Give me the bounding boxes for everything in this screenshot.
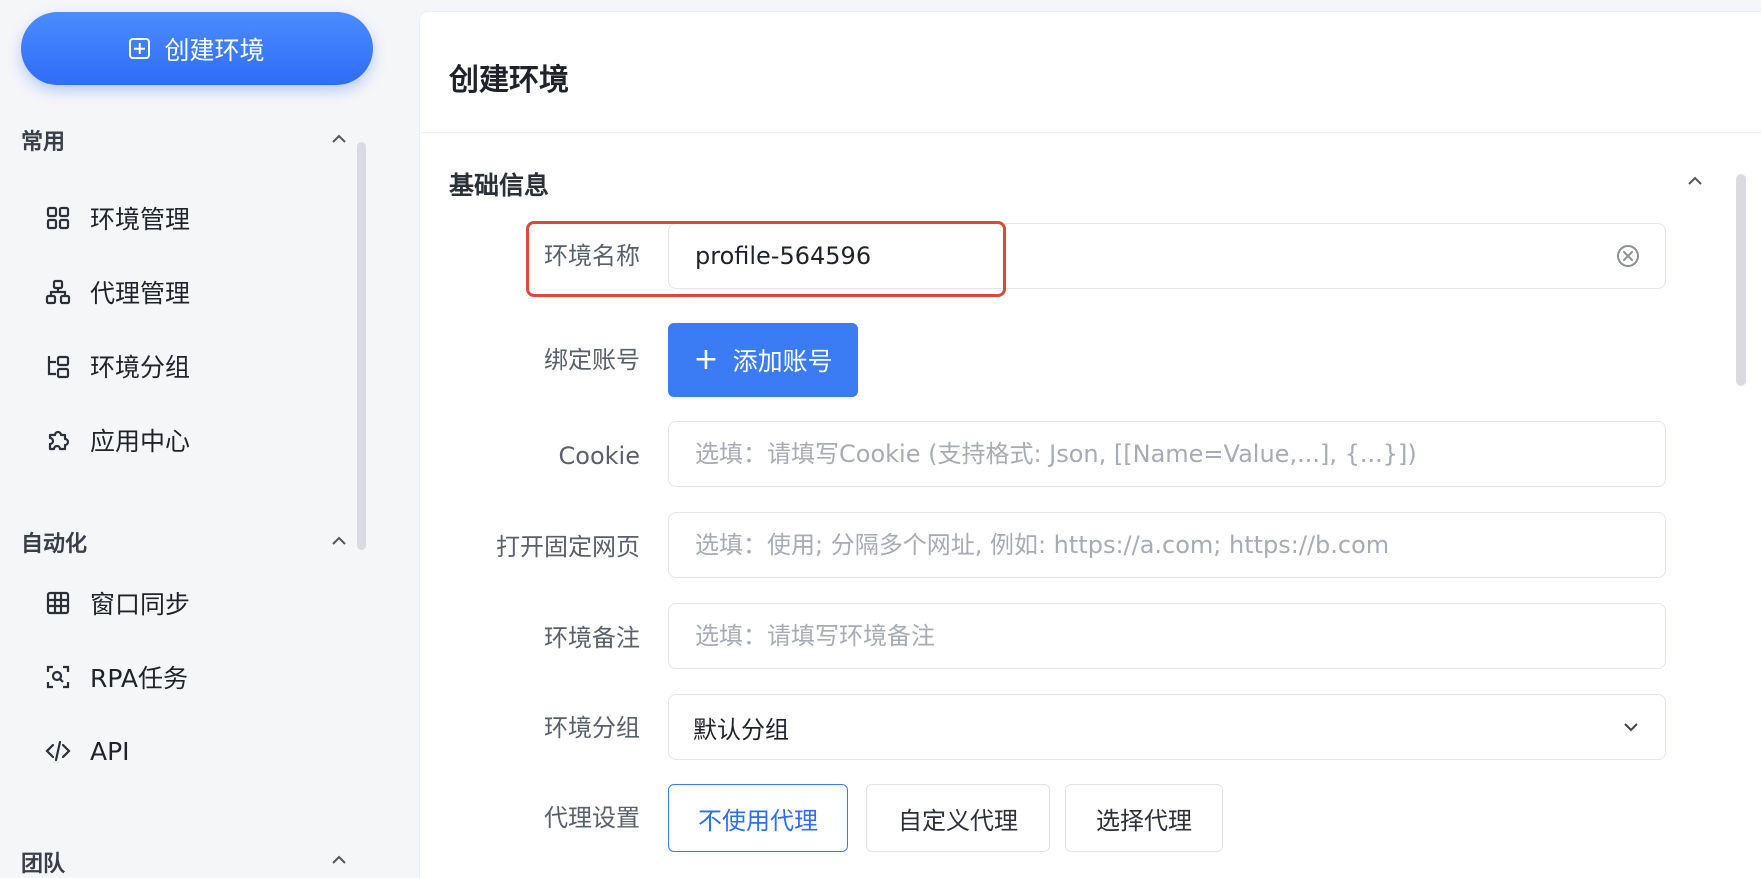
cookie-input[interactable] xyxy=(693,439,1641,469)
section-title-basic-info: 基础信息 xyxy=(449,171,550,200)
section-title-team: 团队 xyxy=(21,852,66,877)
create-environment-button[interactable]: 创建环境 xyxy=(21,12,373,85)
proxy-label: 代理设置 xyxy=(544,804,640,832)
group-label: 环境分组 xyxy=(544,714,640,742)
sidebar-scrollbar[interactable] xyxy=(357,142,366,550)
note-label: 环境备注 xyxy=(544,624,640,652)
scan-icon xyxy=(44,663,72,691)
section-title-common: 常用 xyxy=(21,130,66,155)
proxy-option-custom[interactable]: 自定义代理 xyxy=(866,784,1050,852)
code-icon xyxy=(44,737,72,765)
sidebar-item-api[interactable]: API xyxy=(44,725,344,777)
sidebar-item-label: 代理管理 xyxy=(90,279,191,308)
cookie-label: Cookie xyxy=(558,442,640,470)
panel-header: 创建环境 xyxy=(420,12,1761,133)
add-account-button[interactable]: + 添加账号 xyxy=(668,323,858,397)
proxy-option-select[interactable]: 选择代理 xyxy=(1065,784,1223,852)
name-input[interactable] xyxy=(693,241,1615,271)
name-label: 环境名称 xyxy=(544,242,640,270)
sidebar-item-rpa-task[interactable]: RPA任务 xyxy=(44,651,344,703)
network-icon xyxy=(44,278,72,306)
chevron-up-icon[interactable] xyxy=(1686,172,1704,190)
create-environment-label: 创建环境 xyxy=(164,35,265,65)
proxy-option-none[interactable]: 不使用代理 xyxy=(668,784,848,852)
sidebar: 创建环境 常用 环境管理 代理管理 环境分组 应用中心 自动化 窗口同步 RPA… xyxy=(0,0,400,878)
sidebar-item-label: 环境分组 xyxy=(90,353,191,382)
note-input[interactable] xyxy=(693,621,1641,651)
sidebar-item-proxy-management[interactable]: 代理管理 xyxy=(44,266,344,318)
plus-icon: + xyxy=(693,342,719,377)
clear-icon[interactable] xyxy=(1615,243,1641,269)
group-icon xyxy=(44,352,72,380)
main-scrollbar[interactable] xyxy=(1736,174,1746,386)
note-field[interactable] xyxy=(668,603,1666,669)
chevron-up-icon[interactable] xyxy=(330,532,348,550)
grid-icon xyxy=(44,204,72,232)
page-title: 创建环境 xyxy=(449,63,569,98)
plus-square-icon xyxy=(129,38,151,59)
sidebar-item-label: 环境管理 xyxy=(90,205,191,234)
sidebar-item-label: 应用中心 xyxy=(90,427,191,456)
chevron-down-icon xyxy=(1624,723,1638,732)
cookie-field[interactable] xyxy=(668,421,1666,487)
table-icon xyxy=(44,589,72,617)
puzzle-icon xyxy=(44,426,72,454)
chevron-up-icon[interactable] xyxy=(330,130,348,148)
url-field[interactable] xyxy=(668,512,1666,578)
group-select-value: 默认分组 xyxy=(693,715,789,744)
account-label: 绑定账号 xyxy=(544,346,640,374)
group-select[interactable]: 默认分组 xyxy=(668,694,1666,760)
create-environment-panel: 创建环境 基础信息 环境名称 绑定账号 + 添加账号 Cookie 打开固定网页… xyxy=(420,12,1761,878)
sidebar-item-window-sync[interactable]: 窗口同步 xyxy=(44,577,344,629)
chevron-up-icon[interactable] xyxy=(330,851,348,869)
sidebar-item-environment-group[interactable]: 环境分组 xyxy=(44,340,344,392)
url-input[interactable] xyxy=(693,530,1641,560)
sidebar-item-app-center[interactable]: 应用中心 xyxy=(44,414,344,466)
section-title-automation: 自动化 xyxy=(21,532,88,557)
sidebar-item-label: RPA任务 xyxy=(90,664,188,693)
url-label: 打开固定网页 xyxy=(496,533,640,561)
name-field[interactable] xyxy=(668,223,1666,289)
sidebar-item-label: API xyxy=(90,736,130,766)
sidebar-item-environment-management[interactable]: 环境管理 xyxy=(44,192,344,244)
add-account-label: 添加账号 xyxy=(732,347,833,376)
sidebar-item-label: 窗口同步 xyxy=(90,590,191,619)
